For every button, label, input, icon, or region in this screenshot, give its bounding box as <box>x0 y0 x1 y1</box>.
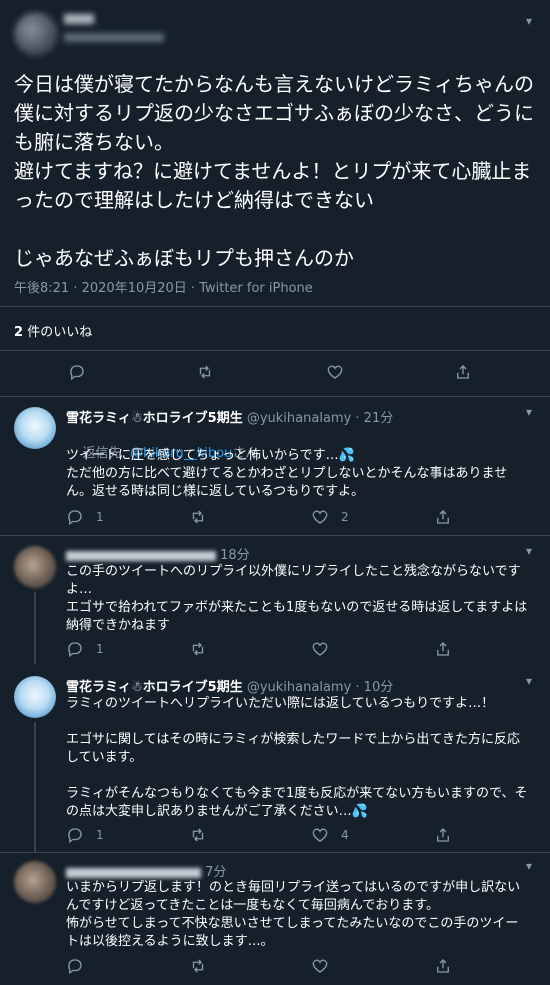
like-count: 4 <box>341 828 349 842</box>
heart-icon <box>312 828 328 842</box>
like-count: 2 <box>341 510 349 524</box>
share-button[interactable] <box>434 957 452 975</box>
avatar[interactable] <box>14 676 56 718</box>
main-action-bar <box>0 363 550 387</box>
reply-time[interactable]: 7分 <box>205 865 226 880</box>
heart-icon <box>312 642 328 656</box>
reply-action-bar <box>0 957 550 981</box>
author-name[interactable]: 雪花ラミィ☃ホロライブ5期生 <box>66 680 243 695</box>
tweet-time[interactable]: 午後8:21 <box>14 281 69 296</box>
like-button[interactable] <box>311 957 329 975</box>
reply-tweet[interactable]: 雪花ラミィ☃ホロライブ5期生 @yukihanalamy · 10分 ▾ ラミィ… <box>0 666 550 852</box>
retweet-button[interactable] <box>189 957 207 975</box>
author-handle-redacted[interactable] <box>64 33 164 42</box>
chevron-down-icon[interactable]: ▾ <box>526 859 532 873</box>
share-button[interactable] <box>434 508 452 526</box>
retweet-icon <box>192 510 204 524</box>
share-icon <box>437 510 449 524</box>
avatar[interactable] <box>14 407 56 449</box>
retweet-icon <box>192 959 204 973</box>
share-button[interactable] <box>454 363 472 381</box>
retweet-button[interactable] <box>196 363 214 381</box>
heart-icon <box>312 510 328 524</box>
reply-count: 1 <box>96 510 104 524</box>
reply-text: ツイートに圧を感じてちょっと怖いからです…💦 ただ他の方に比べて避けてるとかわざ… <box>66 448 508 499</box>
reply-text: いまからリプ返します！のとき毎回リプライ送ってはいるのですが申し訳ないんですけど… <box>66 880 521 949</box>
reply-icon <box>68 510 82 526</box>
tweet-source[interactable]: Twitter for iPhone <box>199 281 313 296</box>
reply-button[interactable] <box>66 957 84 975</box>
share-icon <box>437 828 449 842</box>
chevron-down-icon[interactable]: ▾ <box>526 405 532 419</box>
reply-action-bar: 1 2 <box>0 508 550 532</box>
reply-button[interactable]: 1 <box>66 826 104 844</box>
reply-header: 18分 <box>66 544 250 563</box>
reply-header: 雪花ラミィ☃ホロライブ5期生 @yukihanalamy · 10分 <box>66 680 394 695</box>
divider <box>0 350 550 351</box>
reply-icon <box>68 959 82 975</box>
reply-action-bar: 1 4 <box>0 826 550 850</box>
heart-icon <box>312 959 328 973</box>
retweet-button[interactable] <box>189 826 207 844</box>
reply-tweet[interactable]: 雪花ラミィ☃ホロライブ5期生 @yukihanalamy · 21分 ▾ 返信先… <box>0 397 550 534</box>
author-name-redacted[interactable] <box>64 14 94 24</box>
retweet-button[interactable] <box>189 640 207 658</box>
likes-label: 件のいいね <box>27 325 93 340</box>
reply-count: 1 <box>96 828 104 842</box>
share-icon <box>437 642 449 656</box>
reply-count: 1 <box>96 642 104 656</box>
share-button[interactable] <box>434 826 452 844</box>
avatar[interactable] <box>14 861 56 903</box>
avatar[interactable] <box>14 546 56 588</box>
retweet-icon <box>199 365 211 379</box>
tweet-date[interactable]: 2020年10月20日 <box>82 281 187 296</box>
reply-header: 7分 <box>66 861 226 880</box>
reply-action-bar: 1 <box>0 640 550 664</box>
author-name-redacted[interactable] <box>66 867 201 878</box>
like-button[interactable] <box>311 640 329 658</box>
like-button[interactable] <box>326 363 344 381</box>
reply-time[interactable]: 18分 <box>220 548 250 563</box>
like-button[interactable]: 2 <box>311 508 349 526</box>
reply-text: ラミィのツイートへリプライいただい際には返しているつもりですよ…！ エゴサに関し… <box>66 696 528 819</box>
like-button[interactable]: 4 <box>311 826 349 844</box>
likes-summary[interactable]: 2 件のいいね <box>14 321 92 340</box>
reply-header: 雪花ラミィ☃ホロライブ5期生 @yukihanalamy · 21分 <box>66 411 394 426</box>
reply-button[interactable] <box>68 363 86 381</box>
reply-tweet[interactable]: 18分 ▾ この手のツイートへのリプライ以外僕にリプライしたこと残念ながらないで… <box>0 536 550 664</box>
tweet-meta: 午後8:21 · 2020年10月20日 · Twitter for iPhon… <box>14 281 313 296</box>
chevron-down-icon[interactable]: ▾ <box>526 674 532 688</box>
author-name-redacted[interactable] <box>66 550 216 561</box>
retweet-icon <box>192 828 204 842</box>
avatar[interactable] <box>14 12 58 56</box>
retweet-icon <box>192 642 204 656</box>
reply-button[interactable]: 1 <box>66 508 104 526</box>
reply-button[interactable]: 1 <box>66 640 104 658</box>
reply-time[interactable]: 21分 <box>364 411 394 426</box>
author-handle[interactable]: @yukihanalamy <box>247 680 351 695</box>
chevron-down-icon[interactable]: ▾ <box>526 544 532 558</box>
reply-icon <box>68 828 82 844</box>
author-name[interactable]: 雪花ラミィ☃ホロライブ5期生 <box>66 411 243 426</box>
share-icon <box>437 959 449 973</box>
tweet-text: 今日は僕が寝てたからなんも言えないけどラミィちゃんの僕に対するリプ返の少なさエゴ… <box>14 72 534 270</box>
reply-icon <box>68 642 82 658</box>
reply-icon <box>70 365 84 381</box>
share-icon <box>457 365 469 379</box>
chevron-down-icon[interactable]: ▾ <box>526 14 532 28</box>
retweet-button[interactable] <box>189 508 207 526</box>
likes-count: 2 <box>14 325 24 340</box>
author-handle[interactable]: @yukihanalamy <box>247 411 351 426</box>
reply-tweet[interactable]: 7分 ▾ いまからリプ返します！のとき毎回リプライ送ってはいるのですが申し訳ない… <box>0 853 550 985</box>
heart-icon <box>327 365 343 379</box>
reply-text: この手のツイートへのリプライ以外僕にリプライしたこと残念ながらないですよ… エゴ… <box>66 564 528 633</box>
divider <box>0 306 550 307</box>
share-button[interactable] <box>434 640 452 658</box>
reply-time[interactable]: 10分 <box>364 680 394 695</box>
